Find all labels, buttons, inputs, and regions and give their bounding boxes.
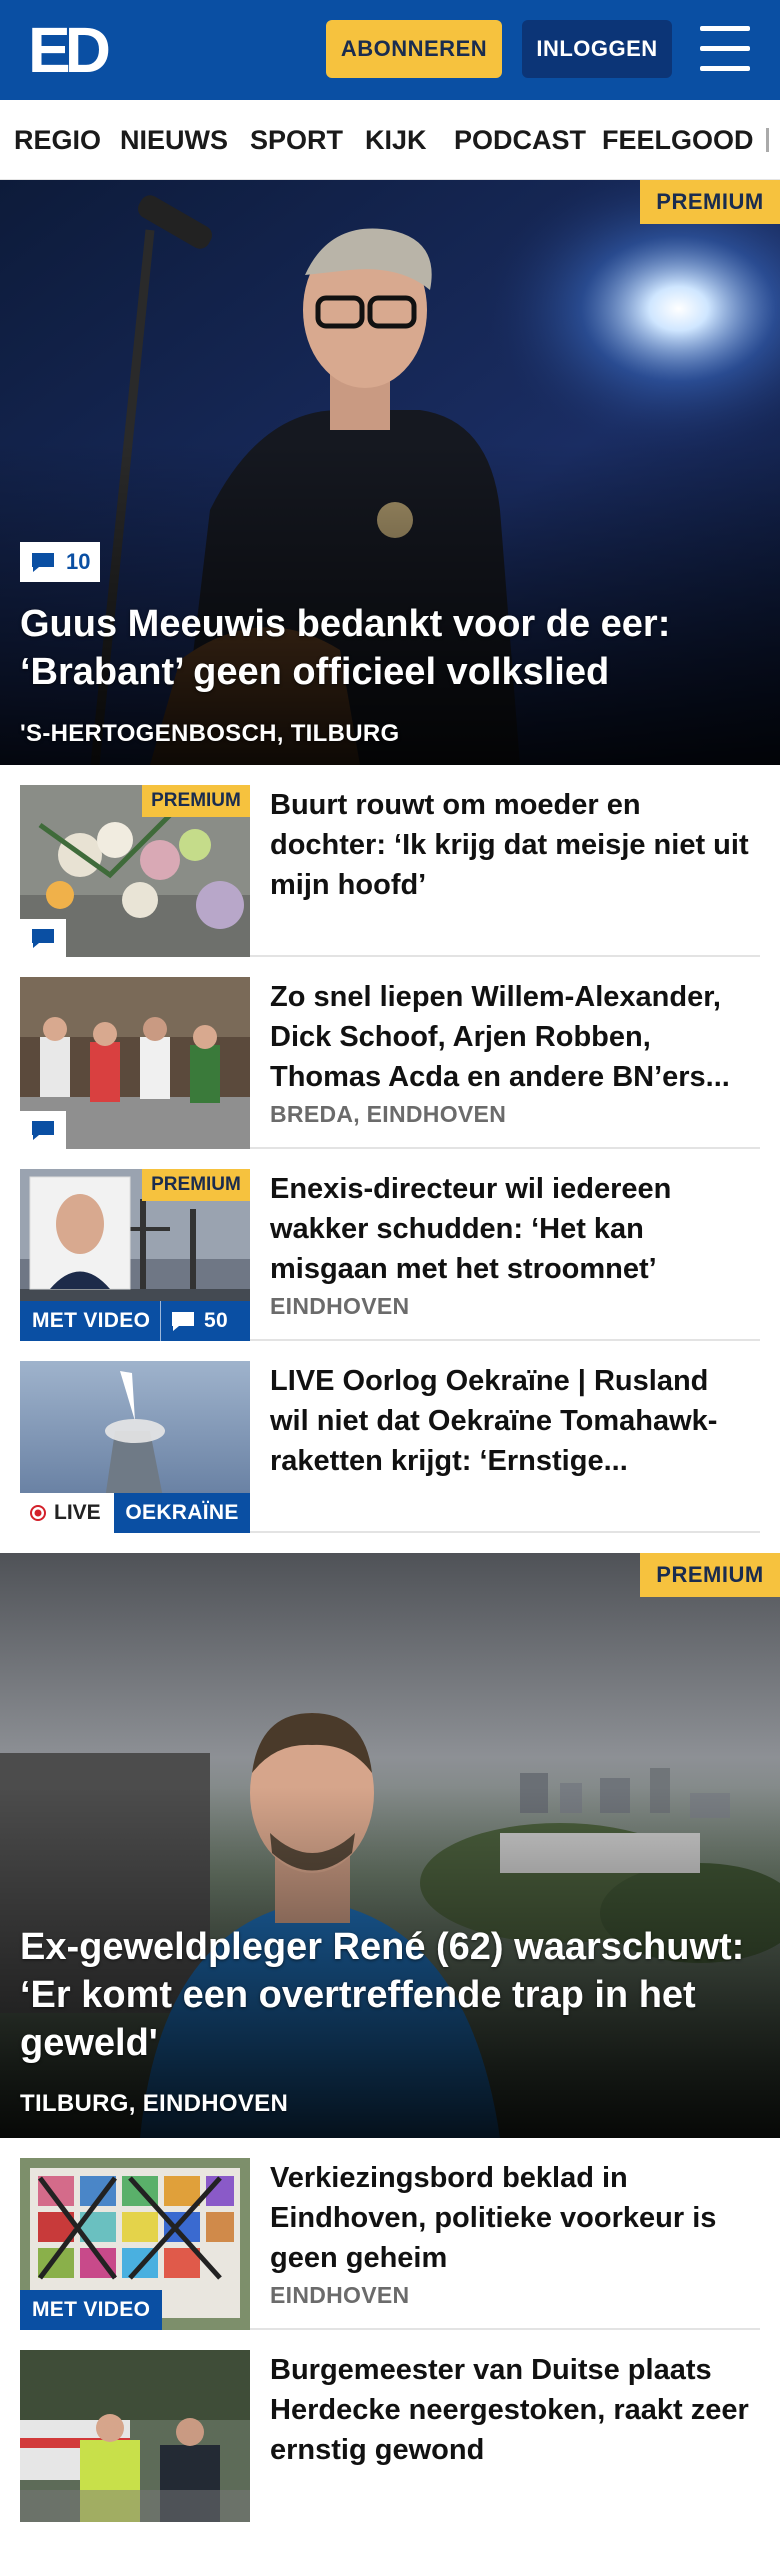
list-item[interactable]: Burgemeester van Duitse plaats Herdecke … bbox=[20, 2330, 760, 2560]
hero-location: 'S-HERTOGENBOSCH, TILBURG bbox=[20, 720, 400, 747]
premium-badge: PREMIUM bbox=[640, 1553, 780, 1597]
section-nav: REGIO NIEUWS SPORT KIJK PODCAST FEELGOOD bbox=[0, 100, 780, 180]
article-location: EINDHOVEN bbox=[270, 1293, 410, 1319]
comment-icon bbox=[32, 1121, 54, 1140]
article-thumbnail: PREMIUM bbox=[20, 785, 250, 957]
hero-article-rene[interactable]: PREMIUM Ex-geweldpleger René (62) waarsc… bbox=[0, 1553, 780, 2138]
top-bar: ED ABONNEREN INLOGGEN bbox=[0, 0, 780, 100]
article-thumbnail: PREMIUM MET VIDEO 50 bbox=[20, 1169, 250, 1341]
comment-count: 50 bbox=[204, 1309, 228, 1332]
nav-overflow-indicator bbox=[766, 128, 769, 152]
nav-item-sport[interactable]: SPORT bbox=[250, 100, 343, 179]
article-thumbnail: MET VIDEO bbox=[20, 2158, 250, 2330]
article-headline[interactable]: Burgemeester van Duitse plaats Herdecke … bbox=[270, 2350, 750, 2470]
live-dot-icon bbox=[30, 1505, 46, 1521]
live-badge: LIVE bbox=[20, 1493, 114, 1533]
thumbnail-photo-police bbox=[20, 2350, 250, 2522]
video-label: MET VIDEO bbox=[32, 1309, 151, 1332]
menu-icon[interactable] bbox=[700, 26, 750, 72]
article-thumbnail bbox=[20, 977, 250, 1149]
article-headline[interactable]: Zo snel liepen Willem-Alexander, Dick Sc… bbox=[270, 977, 750, 1097]
video-comment-bar: MET VIDEO 50 bbox=[20, 1301, 250, 1341]
hero-location: TILBURG, EINDHOVEN bbox=[20, 2090, 289, 2117]
comment-icon bbox=[32, 553, 54, 572]
nav-item-nieuws[interactable]: NIEUWS bbox=[120, 100, 228, 179]
premium-badge: PREMIUM bbox=[142, 785, 250, 817]
video-label: MET VIDEO bbox=[20, 2290, 163, 2330]
nav-item-kijk[interactable]: KIJK bbox=[365, 100, 427, 179]
article-headline[interactable]: LIVE Oorlog Oekraïne | Rusland wil niet … bbox=[270, 1361, 750, 1481]
comment-icon bbox=[172, 1312, 194, 1331]
comment-badge[interactable] bbox=[20, 1111, 66, 1149]
hero-headline[interactable]: Guus Meeuwis bedankt voor de eer: ‘Braba… bbox=[20, 600, 750, 696]
nav-item-regio[interactable]: REGIO bbox=[14, 100, 101, 179]
list-item[interactable]: LIVE OEKRAÏNE LIVE Oorlog Oekraïne | Rus… bbox=[20, 1341, 760, 1533]
premium-badge: PREMIUM bbox=[640, 180, 780, 224]
article-headline[interactable]: Buurt rouwt om moeder en dochter: ‘Ik kr… bbox=[270, 785, 750, 905]
topic-tag[interactable]: OEKRAÏNE bbox=[114, 1493, 250, 1533]
list-item[interactable]: Zo snel liepen Willem-Alexander, Dick Sc… bbox=[20, 957, 760, 1149]
subscribe-button[interactable]: ABONNEREN bbox=[326, 20, 502, 78]
list-item[interactable]: MET VIDEO Verkiezingsbord beklad in Eind… bbox=[20, 2138, 760, 2330]
hero-article-guus-meeuwis[interactable]: PREMIUM 10 Guus Meeuwis bedankt voor de … bbox=[0, 180, 780, 765]
comment-badge[interactable] bbox=[20, 919, 66, 957]
list-item[interactable]: PREMIUM Buurt rouwt om moeder en dochter… bbox=[20, 765, 760, 957]
ed-logo[interactable]: ED bbox=[28, 18, 111, 82]
article-headline[interactable]: Verkiezingsbord beklad in Eindhoven, pol… bbox=[270, 2158, 750, 2278]
comment-count-badge[interactable]: 10 bbox=[20, 542, 101, 582]
list-item[interactable]: PREMIUM MET VIDEO 50 Enexis-directeur wi… bbox=[20, 1149, 760, 1341]
hero-headline[interactable]: Ex-geweldpleger René (62) waarschuwt: ‘E… bbox=[20, 1923, 750, 2067]
divider bbox=[160, 1301, 161, 1341]
premium-badge: PREMIUM bbox=[142, 1169, 250, 1201]
comment-count: 10 bbox=[66, 549, 91, 574]
article-location: BREDA, EINDHOVEN bbox=[270, 1101, 507, 1127]
nav-item-feelgood[interactable]: FEELGOOD bbox=[602, 100, 754, 179]
live-label: LIVE bbox=[54, 1501, 101, 1524]
comment-icon bbox=[32, 929, 54, 948]
article-headline[interactable]: Enexis-directeur wil iedereen wakker sch… bbox=[270, 1169, 750, 1289]
article-thumbnail: LIVE OEKRAÏNE bbox=[20, 1361, 250, 1533]
article-location: EINDHOVEN bbox=[270, 2282, 410, 2308]
login-button[interactable]: INLOGGEN bbox=[522, 20, 672, 78]
nav-item-podcast[interactable]: PODCAST bbox=[454, 100, 586, 179]
article-thumbnail bbox=[20, 2350, 250, 2522]
